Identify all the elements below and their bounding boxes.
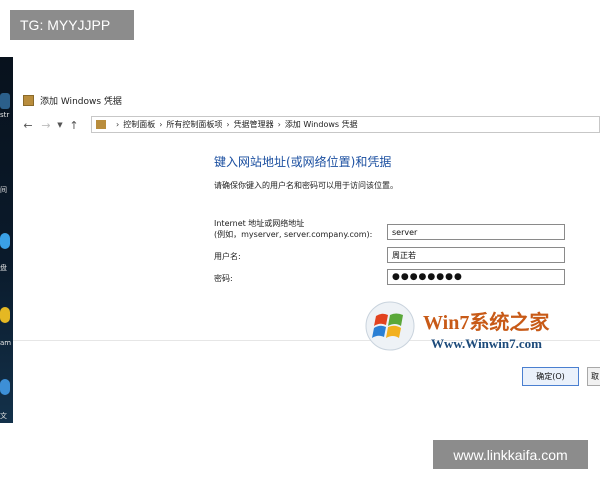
desktop-app-icon[interactable] <box>0 93 10 109</box>
credential-form: 键入网站地址(或网络位置)和凭据 请确保你键入的用户名和密码可以用于访问该位置。… <box>13 138 600 423</box>
up-arrow-icon[interactable]: ↑ <box>65 116 83 134</box>
address-bar: ← → ▼ ↑ › 控制面板 › 所有控制面板项 › 凭据管理器 › 添加 Wi… <box>13 112 600 138</box>
desktop-icon-label: am <box>0 339 12 347</box>
credential-manager-icon <box>23 94 34 106</box>
chevron-right-icon: › <box>116 120 120 129</box>
address-input[interactable]: server <box>387 224 565 240</box>
screenshot-area: str 间 盘 am 文 添加 Windows 凭据 ← → ▼ ↑ › 控制面… <box>0 57 600 423</box>
page-title: 键入网站地址(或网络位置)和凭据 <box>214 155 392 169</box>
desktop-icon-label: str <box>0 111 10 119</box>
breadcrumb-all-items[interactable]: 所有控制面板项 <box>166 119 222 130</box>
window-title: 添加 Windows 凭据 <box>40 96 122 107</box>
site-watermark-badge: www.linkkaifa.com <box>433 440 588 469</box>
address-label: Internet 地址或网络地址 (例如，myserver, server.co… <box>214 218 372 240</box>
chevron-right-icon: › <box>159 120 163 129</box>
username-label: 用户名: <box>214 252 241 261</box>
desktop-icon-label: 文 <box>0 412 7 420</box>
back-arrow-icon[interactable]: ← <box>19 116 37 134</box>
password-label: 密码: <box>214 274 233 283</box>
instruction-text: 请确保你键入的用户名和密码可以用于访问该位置。 <box>214 181 398 190</box>
chevron-right-icon: › <box>277 120 281 129</box>
breadcrumb-add-credential[interactable]: 添加 Windows 凭据 <box>285 119 358 130</box>
desktop-icon-label: 间 <box>0 186 7 194</box>
window-titlebar[interactable]: 添加 Windows 凭据 <box>13 88 600 112</box>
address-label-line1: Internet 地址或网络地址 <box>214 219 305 228</box>
ok-button[interactable]: 确定(O) <box>522 367 579 386</box>
watermark-url: Www.Winwin7.com <box>431 336 542 351</box>
breadcrumb[interactable]: › 控制面板 › 所有控制面板项 › 凭据管理器 › 添加 Windows 凭据 <box>91 116 600 133</box>
watermark-brand: Win7系统之家 <box>423 312 550 334</box>
password-input[interactable]: ●●●●●●●● <box>387 269 565 285</box>
address-label-line2: (例如，myserver, server.company.com): <box>214 230 373 239</box>
username-input[interactable]: 周正若 <box>387 247 565 263</box>
folder-icon <box>96 120 106 129</box>
chevron-right-icon: › <box>226 120 230 129</box>
cancel-button[interactable]: 取 <box>587 367 600 386</box>
desktop-icon-label: 盘 <box>0 264 7 272</box>
desktop-disk-icon[interactable] <box>0 233 10 249</box>
tg-watermark-text: TG: MYYJJPP <box>20 17 111 33</box>
site-watermark-text: www.linkkaifa.com <box>453 446 568 463</box>
desktop-icons-strip: str 间 盘 am 文 <box>0 57 13 423</box>
windows-logo-icon <box>365 301 415 351</box>
desktop-app-icon[interactable] <box>0 307 10 323</box>
add-windows-credential-window: 添加 Windows 凭据 ← → ▼ ↑ › 控制面板 › 所有控制面板项 ›… <box>13 88 600 423</box>
desktop-cloud-icon[interactable] <box>0 379 10 395</box>
tg-watermark-badge: TG: MYYJJPP <box>10 10 134 40</box>
forward-arrow-icon[interactable]: → <box>37 116 55 134</box>
recent-dropdown-icon[interactable]: ▼ <box>55 116 65 134</box>
breadcrumb-credential-manager[interactable]: 凭据管理器 <box>234 119 274 130</box>
breadcrumb-control-panel[interactable]: 控制面板 <box>123 119 155 130</box>
dialog-button-bar: 确定(O) 取 <box>13 340 600 423</box>
